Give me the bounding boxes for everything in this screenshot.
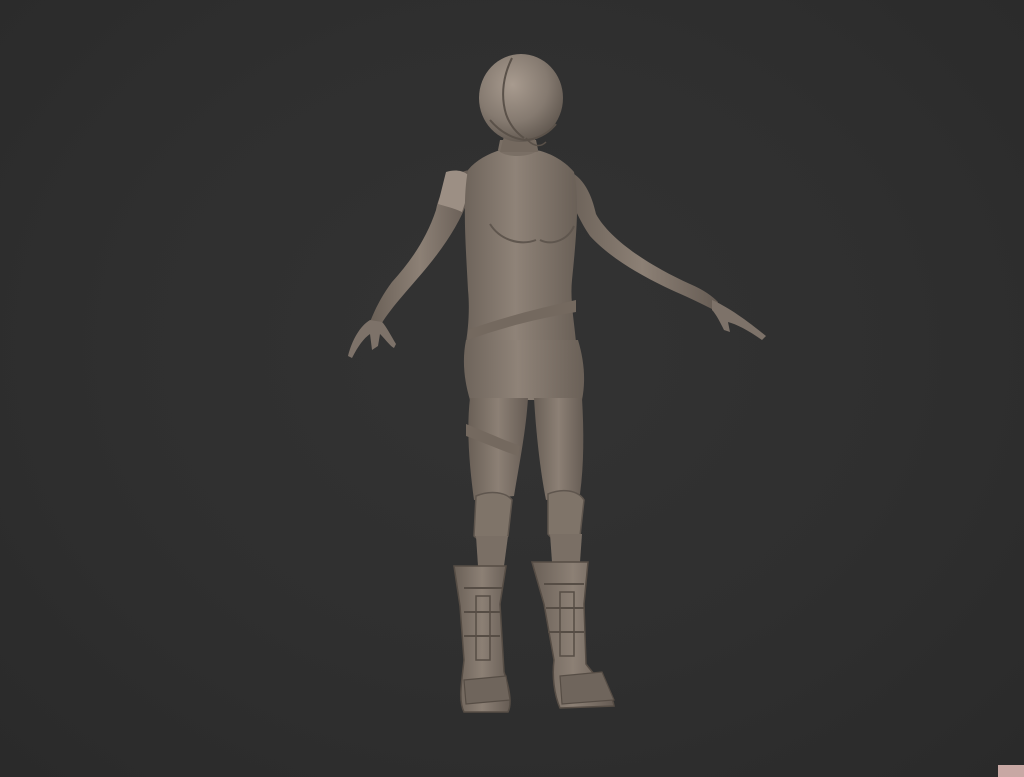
hips — [463, 340, 585, 400]
left-leg — [534, 398, 585, 562]
left-boot — [531, 561, 615, 709]
sculpt-viewport[interactable] — [0, 0, 1024, 777]
right-leg — [466, 398, 528, 566]
torso — [464, 140, 578, 342]
right-arm — [348, 170, 472, 358]
helmet — [479, 54, 563, 147]
character-model[interactable] — [0, 0, 1024, 777]
right-boot — [453, 565, 511, 713]
left-arm — [566, 170, 766, 340]
corner-color-swatch — [998, 765, 1024, 777]
